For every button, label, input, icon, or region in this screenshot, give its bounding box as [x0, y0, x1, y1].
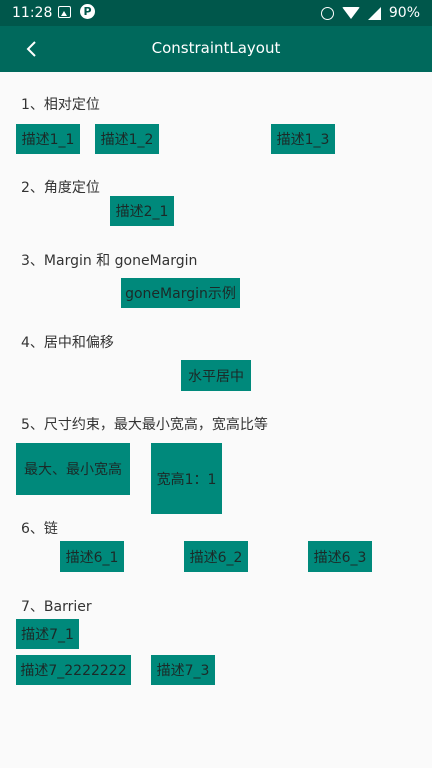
box-7-1: 描述7_1	[16, 619, 79, 649]
box-1-3: 描述1_3	[271, 124, 335, 154]
box-5-2: 宽高1：1	[151, 443, 222, 514]
alarm-icon	[320, 6, 334, 20]
signal-icon	[367, 6, 381, 20]
page-title: ConstraintLayout	[151, 39, 281, 57]
box-5-1: 最大、最小宽高	[16, 443, 130, 495]
status-right: 90%	[320, 5, 420, 21]
box-7-3: 描述7_3	[151, 655, 215, 685]
section-5-title: 5、尺寸约束，最大最小宽高，宽高比等	[21, 417, 268, 433]
box-6-3: 描述6_3	[308, 541, 372, 572]
p-app-icon: P	[80, 4, 95, 19]
section-6-title: 6、链	[21, 521, 58, 537]
box-6-1: 描述6_1	[60, 541, 124, 572]
image-icon	[58, 6, 71, 18]
battery-level: 90%	[388, 5, 420, 21]
box-1-2: 描述1_2	[95, 124, 159, 154]
status-time: 11:28	[12, 5, 53, 21]
box-4-1: 水平居中	[181, 360, 251, 391]
section-1-title: 1、相对定位	[21, 97, 100, 113]
section-2-title: 2、角度定位	[21, 180, 100, 196]
box-6-2: 描述6_2	[184, 541, 248, 572]
app-toolbar: ConstraintLayout	[0, 26, 432, 72]
box-7-2: 描述7_2222222	[16, 655, 131, 685]
box-1-1: 描述1_1	[16, 124, 80, 154]
wifi-icon	[341, 7, 360, 19]
status-bar: 11:28 P 90%	[0, 0, 432, 26]
section-3-title: 3、Margin 和 goneMargin	[21, 253, 198, 269]
box-3-1: goneMargin示例	[121, 278, 240, 308]
section-7-title: 7、Barrier	[21, 599, 92, 615]
box-2-1: 描述2_1	[110, 196, 174, 226]
section-4-title: 4、居中和偏移	[21, 335, 114, 351]
